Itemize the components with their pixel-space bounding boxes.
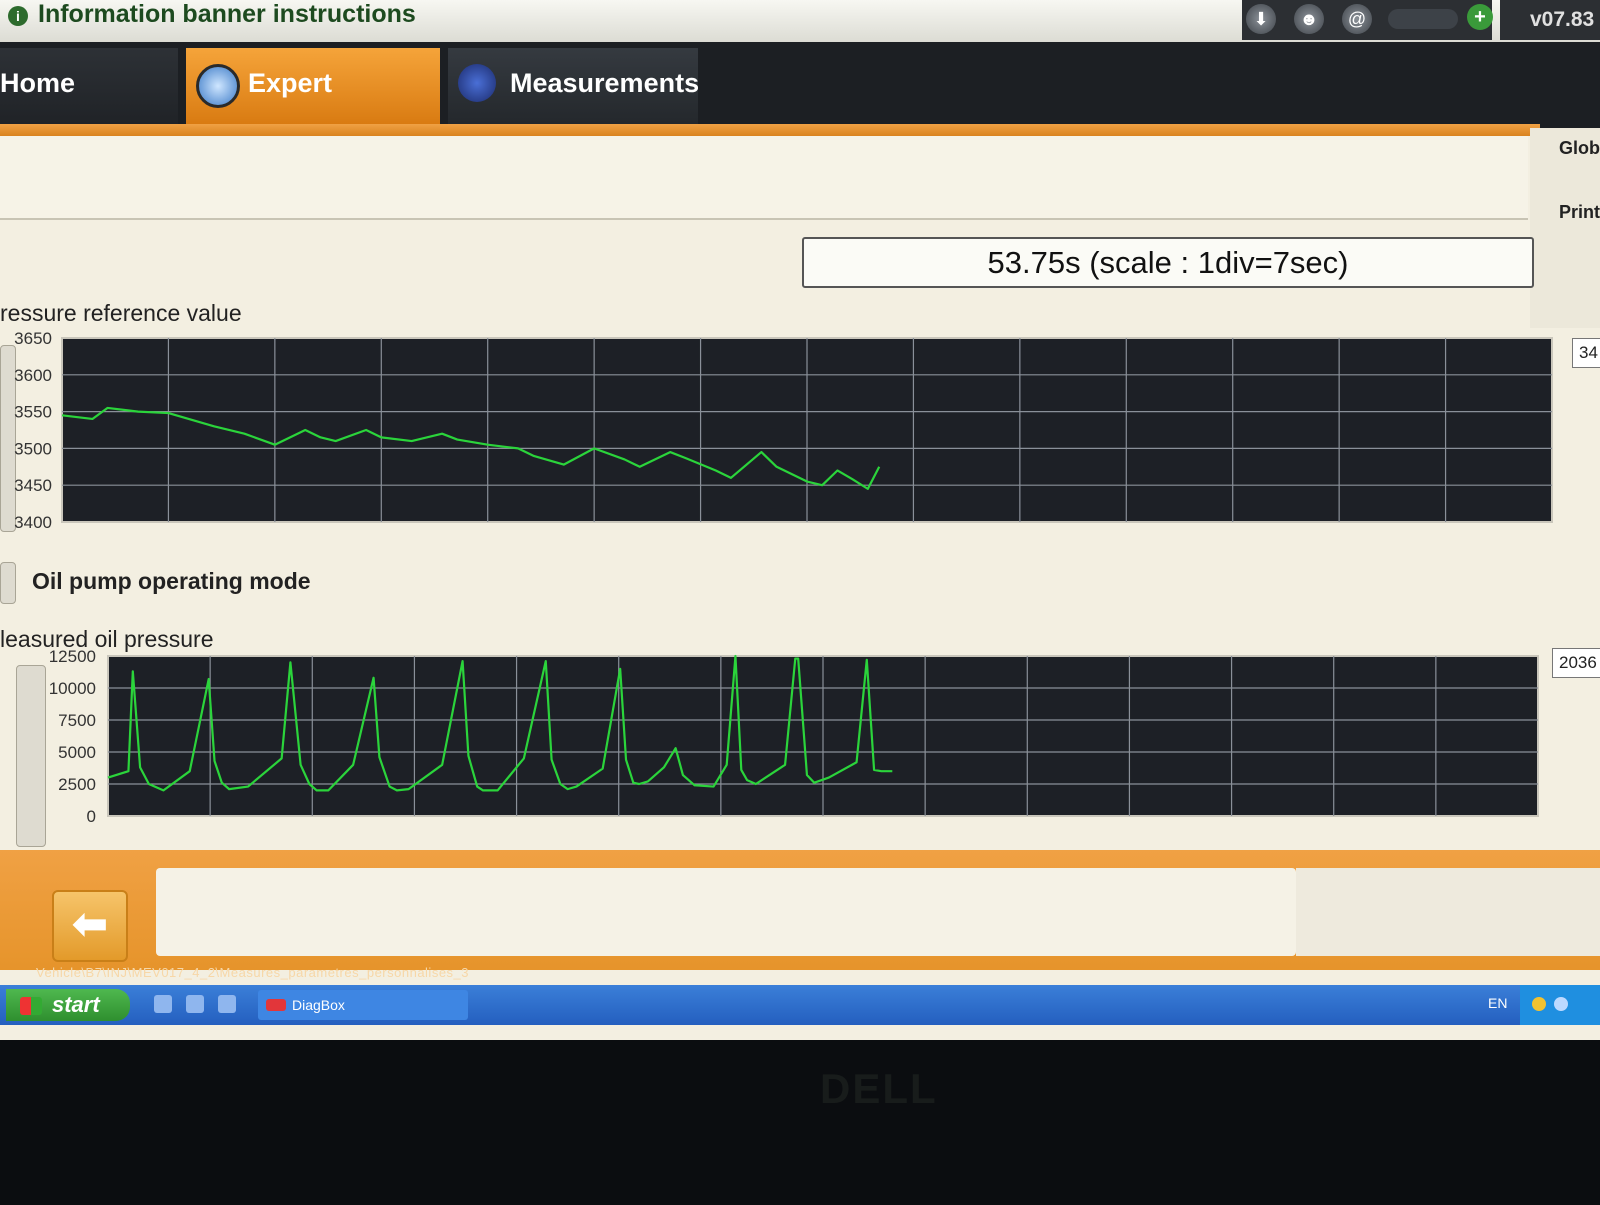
download-icon[interactable]: ⬇ bbox=[1246, 4, 1276, 34]
pressure-chart-title: ressure reference value bbox=[0, 300, 242, 326]
browser-icon[interactable] bbox=[154, 995, 172, 1013]
tab-measurements-label: Measurements bbox=[510, 68, 700, 98]
y-tick-label: 3400 bbox=[14, 513, 52, 532]
tab-expert[interactable]: Expert bbox=[186, 48, 440, 124]
back-button[interactable]: ⬅ bbox=[52, 890, 128, 962]
oil-pressure-chart: 0 2500 5000 7500 10000 12500 bbox=[49, 650, 1539, 826]
y-tick-label: 0 bbox=[87, 807, 96, 826]
start-button[interactable]: start bbox=[6, 989, 130, 1021]
global-button[interactable]: Glob bbox=[1559, 138, 1600, 159]
top-panel bbox=[0, 136, 1528, 220]
print-button[interactable]: Print bbox=[1559, 202, 1600, 223]
time-readout: 53.75s (scale : 1div=7sec) bbox=[802, 237, 1534, 288]
y-tick-label: 3650 bbox=[14, 330, 52, 348]
tab-bar: Home Expert Measurements bbox=[0, 42, 1600, 128]
user-icon[interactable]: ☻ bbox=[1294, 4, 1324, 34]
oil-pressure-current-value: 2036 bbox=[1552, 648, 1600, 678]
oil-mode-title: Oil pump operating mode bbox=[32, 568, 311, 594]
monitor-logo: DELL bbox=[820, 1065, 938, 1112]
y-tick-label: 10000 bbox=[49, 679, 96, 698]
pressure-chart: 3400 3450 3500 3550 3600 3650 bbox=[14, 330, 1553, 532]
tab-measurements[interactable]: Measurements bbox=[448, 48, 700, 124]
at-sign-icon[interactable]: @ bbox=[1342, 4, 1372, 34]
tab-home[interactable]: Home bbox=[0, 48, 178, 124]
screen: i Information banner instructions ⬇ ☻ @ … bbox=[0, 0, 1600, 1040]
volume-icon[interactable] bbox=[1554, 997, 1568, 1011]
y-tick-label: 3500 bbox=[14, 439, 52, 458]
info-icon: i bbox=[8, 6, 28, 26]
toolbar: ⬇ ☻ @ + bbox=[1242, 0, 1493, 40]
arrow-left-icon: ⬅ bbox=[72, 900, 108, 947]
magnifier-icon bbox=[196, 64, 240, 108]
diagbox-icon bbox=[266, 999, 286, 1011]
banner-title: Information banner instructions bbox=[38, 0, 416, 28]
system-tray bbox=[1520, 985, 1600, 1025]
desktop-icon[interactable] bbox=[218, 995, 236, 1013]
y-tick-label: 3550 bbox=[14, 403, 52, 422]
language-indicator[interactable]: EN bbox=[1488, 995, 1507, 1011]
pressure-current-value: 34 bbox=[1572, 338, 1600, 368]
taskbar-app-diagbox[interactable]: DiagBox bbox=[258, 990, 468, 1020]
oil-mode-handle[interactable] bbox=[0, 562, 16, 604]
y-tick-label: 3450 bbox=[14, 476, 52, 495]
media-icon[interactable] bbox=[186, 995, 204, 1013]
y-tick-label: 7500 bbox=[58, 711, 96, 730]
y-tick-label: 5000 bbox=[58, 743, 96, 762]
version-label: v07.83 bbox=[1500, 0, 1600, 40]
tab-expert-label: Expert bbox=[248, 68, 333, 98]
status-field-right bbox=[1296, 868, 1600, 956]
information-banner: i Information banner instructions ⬇ ☻ @ … bbox=[0, 0, 1600, 44]
taskbar: start DiagBox EN bbox=[0, 985, 1600, 1025]
oil-pressure-chart-title: leasured oil pressure bbox=[0, 626, 214, 652]
right-rail: Glob Print bbox=[1530, 128, 1600, 328]
windows-flag-icon bbox=[20, 997, 42, 1015]
network-icon[interactable] bbox=[1532, 997, 1546, 1011]
plus-icon[interactable]: + bbox=[1467, 4, 1493, 30]
start-label: start bbox=[52, 992, 100, 1017]
tab-underline bbox=[0, 124, 1540, 136]
y-tick-label: 2500 bbox=[58, 775, 96, 794]
zoom-slider[interactable] bbox=[1388, 9, 1458, 29]
navigation-path: Vehicle\B7\INJ\MEV017_4_2\Measures_param… bbox=[36, 965, 470, 980]
status-field bbox=[156, 868, 1296, 956]
y-tick-label: 3600 bbox=[14, 366, 52, 385]
y-tick-label: 12500 bbox=[49, 650, 96, 666]
taskbar-app-label: DiagBox bbox=[292, 997, 345, 1013]
waveform-icon bbox=[458, 64, 496, 102]
